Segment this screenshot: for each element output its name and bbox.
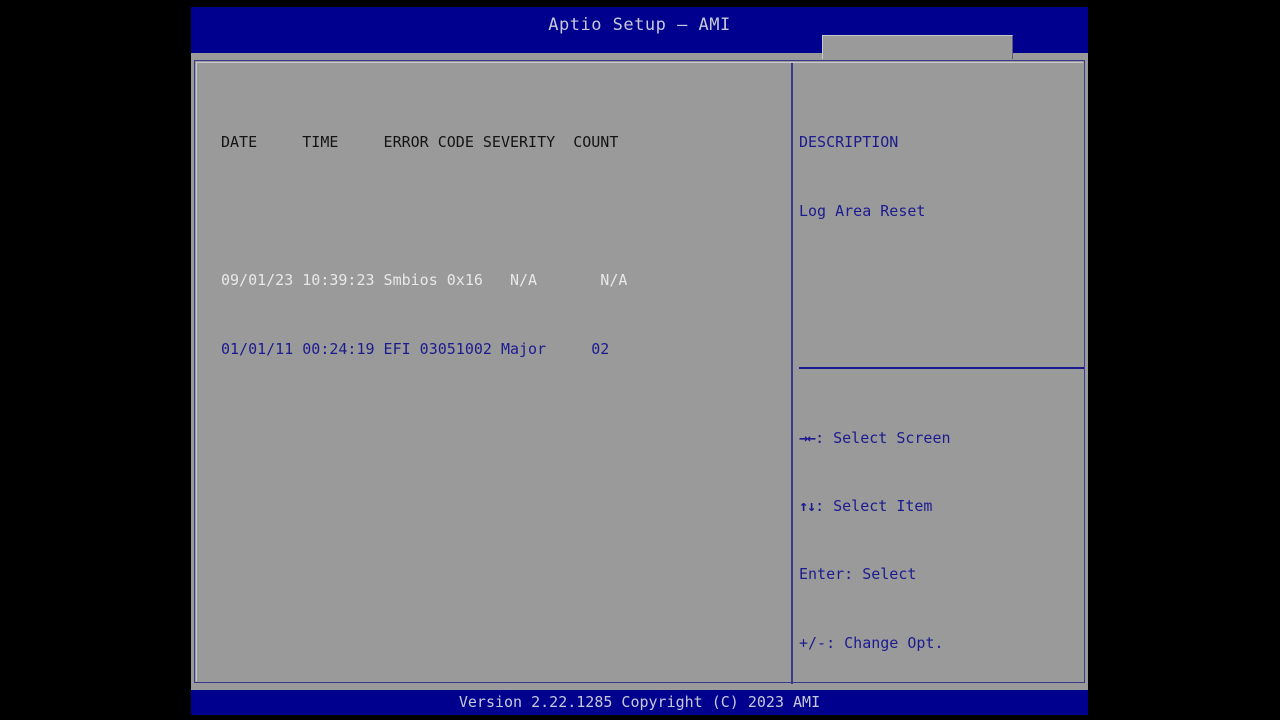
help-item-label: : Select Item	[815, 496, 933, 515]
main-panel-inner: DATE TIME ERROR CODE SEVERITY COUNT 09/0…	[196, 62, 1084, 684]
table-row[interactable]: 09/01/23 10:39:23 Smbios 0x16 N/A N/A	[221, 269, 627, 292]
help-item-label: : Select Screen	[815, 428, 951, 447]
help-pane: DESCRIPTION Log Area Reset →←: Select Sc…	[795, 63, 1084, 684]
tab-event-logs[interactable]: Event Logs	[822, 35, 1014, 81]
help-item-enter-select: Enter: Select	[799, 565, 917, 584]
bios-screen: Aptio Setup – AMI Event Logs DATE TIME E…	[0, 0, 1280, 720]
help-item-change-opt: +/-: Change Opt.	[799, 633, 944, 652]
help-item-select-screen: →←: Select Screen	[799, 427, 1079, 450]
help-key-list: →←: Select Screen ↑↓: Select Item Enter:…	[799, 381, 1079, 684]
page-title: Aptio Setup – AMI	[548, 15, 731, 35]
help-separator	[799, 367, 1084, 369]
table-header-row: DATE TIME ERROR CODE SEVERITY COUNT	[221, 133, 619, 151]
table-row[interactable]: 01/01/11 00:24:19 EFI 03051002 Major 02	[221, 338, 627, 361]
event-log-pane: DATE TIME ERROR CODE SEVERITY COUNT 09/0…	[197, 63, 791, 684]
description-heading: DESCRIPTION	[799, 133, 899, 151]
up-down-arrow-icon: ↑↓	[799, 496, 816, 515]
status-bar: Version 2.22.1285 Copyright (C) 2023 AMI	[191, 690, 1088, 715]
bios-content-frame: Aptio Setup – AMI Event Logs DATE TIME E…	[191, 7, 1088, 715]
event-log-table: DATE TIME ERROR CODE SEVERITY COUNT 09/0…	[221, 85, 627, 407]
description-text: Log Area Reset	[799, 202, 926, 220]
description-block: DESCRIPTION Log Area Reset	[799, 85, 925, 269]
main-panel: DATE TIME ERROR CODE SEVERITY COUNT 09/0…	[194, 60, 1085, 684]
left-right-arrow-icon: →←	[799, 428, 816, 447]
tab-strip: Event Logs	[191, 35, 1088, 81]
help-item-select-item: ↑↓: Select Item	[799, 495, 1079, 518]
table-header-spacer	[221, 200, 627, 223]
panel-divider	[791, 63, 793, 684]
version-text: Version 2.22.1285 Copyright (C) 2023 AMI	[458, 693, 821, 711]
